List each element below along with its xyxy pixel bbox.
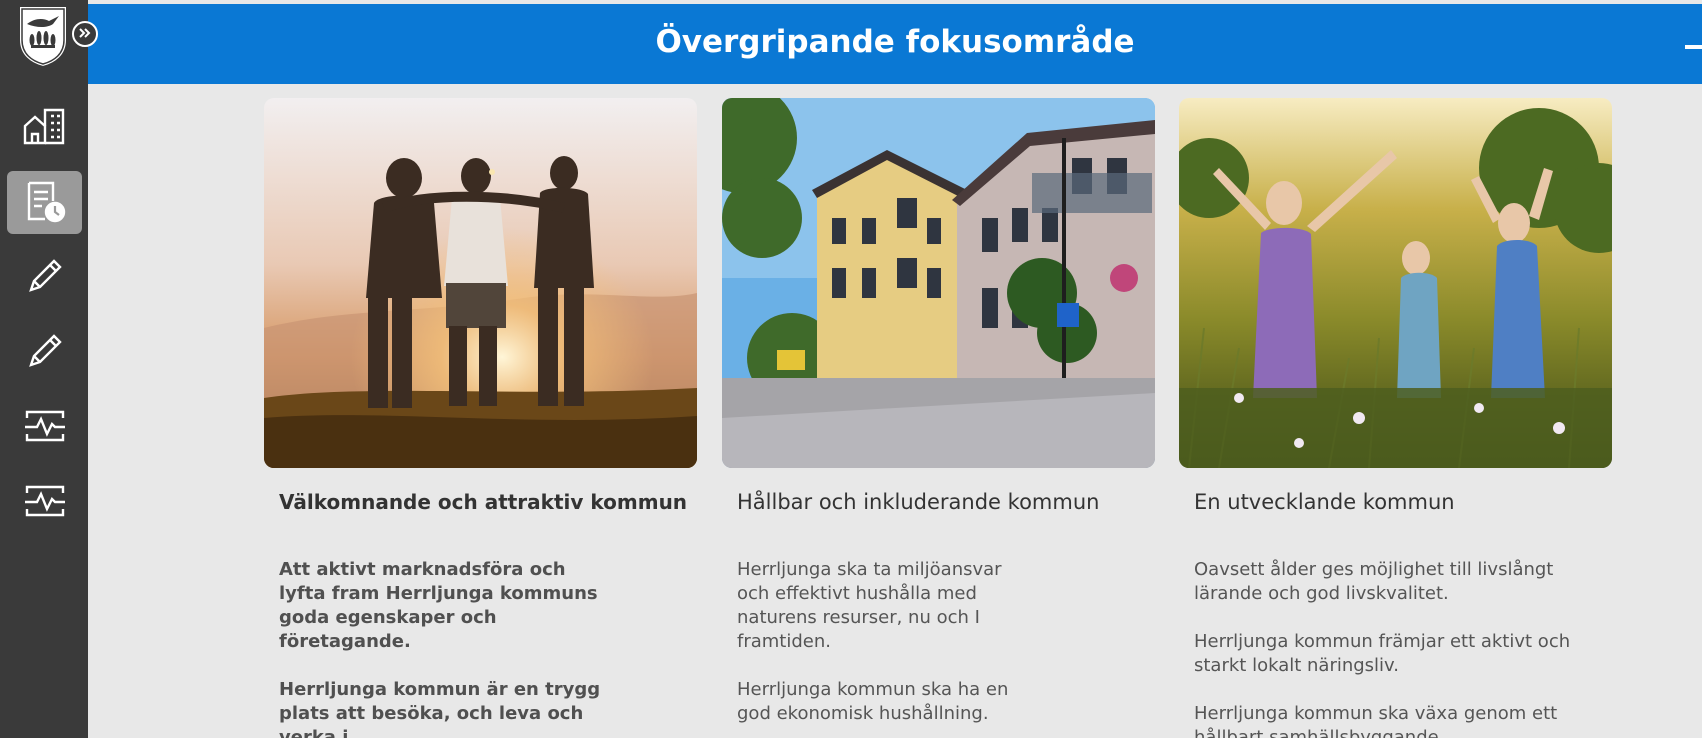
- card-paragraph: Att aktivt marknadsföra och lyfta fram H…: [279, 559, 598, 652]
- sidebar-item-chart-1[interactable]: [7, 396, 82, 459]
- sidebar-item-edit-1[interactable]: [7, 246, 82, 309]
- pen-icon: [25, 256, 65, 300]
- page-header: Övergripande fokusområde: [88, 4, 1702, 84]
- sidebar-item-chart-2[interactable]: [7, 471, 82, 534]
- sidebar-item-report[interactable]: [7, 171, 82, 234]
- card-paragraph: Oavsett ålder ges möjlighet till livslån…: [1194, 559, 1554, 604]
- girls-meadow-photo: [1179, 98, 1612, 468]
- report-clock-icon: [23, 179, 67, 227]
- pen-icon: [25, 331, 65, 375]
- app-root: Övergripande fokusområde Välkomnande och…: [0, 0, 1702, 738]
- card-body: Herrljunga ska ta miljöansvar och effekt…: [737, 558, 1152, 738]
- chart-pulse-icon: [23, 408, 67, 448]
- card-body: Att aktivt marknadsföra och lyfta fram H…: [279, 558, 694, 738]
- building-icon: [23, 106, 67, 150]
- friends-sunset-photo: [264, 98, 697, 468]
- expand-sidebar-button[interactable]: [72, 21, 98, 47]
- card-paragraph: Herrljunga kommun främjar ett aktivt och…: [1194, 631, 1571, 676]
- sidebar-item-edit-2[interactable]: [7, 321, 82, 384]
- card-body: Oavsett ålder ges möjlighet till livslån…: [1194, 558, 1609, 738]
- sidebar-item-building[interactable]: [7, 96, 82, 159]
- card-paragraph: Herrljunga kommun är en trygg plats att …: [279, 679, 601, 738]
- card-paragraph: Herrljunga ska ta miljöansvar och effekt…: [737, 559, 1002, 652]
- chart-pulse-icon: [23, 483, 67, 523]
- card-title: Hållbar och inkluderande kommun: [737, 490, 1100, 514]
- coat-of-arms-logo: [15, 4, 71, 69]
- add-button[interactable]: [1682, 22, 1702, 72]
- card-title: Välkomnande och attraktiv kommun: [279, 490, 688, 514]
- plus-icon: [1682, 45, 1702, 76]
- town-street-photo: [722, 98, 1155, 468]
- card-paragraph: Herrljunga kommun ska växa genom ett hål…: [1194, 703, 1558, 738]
- double-chevron-right-icon: [78, 25, 92, 44]
- page-title: Övergripande fokusområde: [655, 24, 1135, 60]
- card-title: En utvecklande kommun: [1194, 490, 1455, 514]
- left-sidebar: [0, 0, 88, 738]
- card-paragraph: Herrljunga kommun ska ha en god ekonomis…: [737, 679, 1009, 724]
